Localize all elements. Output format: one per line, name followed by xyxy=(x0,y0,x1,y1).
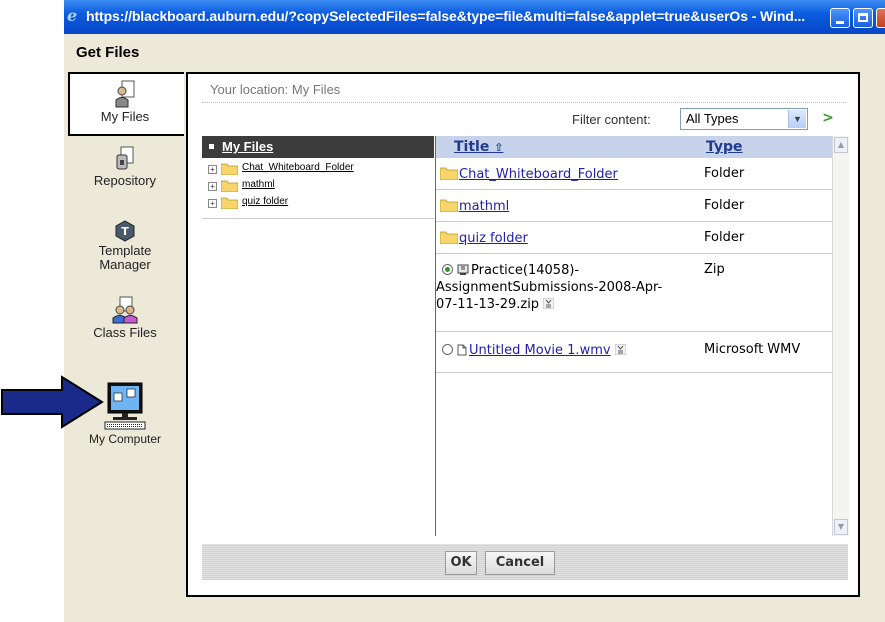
window-right-edge xyxy=(870,34,885,622)
nav-item-my-files[interactable]: My Files xyxy=(64,80,186,124)
row-title-line2: AssignmentSubmissions-2008-Apr- xyxy=(436,280,663,295)
sort-asc-icon: ⇧ xyxy=(494,141,504,154)
nav-label-template-line1: Template xyxy=(98,243,152,258)
list-header: Title ⇧ Type xyxy=(436,136,832,158)
file-list: Title ⇧ Type Chat_Whiteboard_Folder Fold… xyxy=(435,136,849,536)
nav-item-class-files[interactable]: Class Files xyxy=(64,296,186,340)
location-divider xyxy=(202,102,846,103)
svg-text:T: T xyxy=(121,225,129,238)
file-browser-panel: Your location: My Files Filter content: … xyxy=(186,72,860,597)
folder-icon xyxy=(440,199,458,212)
row-type: Folder xyxy=(704,166,745,181)
filter-label: Filter content: xyxy=(572,112,651,127)
nav-label-class-files: Class Files xyxy=(93,325,157,340)
repository-icon xyxy=(116,146,134,170)
vertical-scrollbar[interactable]: ▲ ▼ xyxy=(832,136,849,536)
table-row[interactable]: quiz folder Folder xyxy=(436,222,832,254)
folder-icon xyxy=(221,163,238,175)
row-title-link[interactable]: Chat_Whiteboard_Folder xyxy=(459,167,618,182)
browser-icon: e xyxy=(67,6,78,25)
row-type: Folder xyxy=(704,198,745,213)
my-files-icon xyxy=(115,80,135,108)
context-menu-icon[interactable] xyxy=(614,344,626,355)
table-row[interactable]: Practice(14058)- AssignmentSubmissions-2… xyxy=(436,254,832,332)
left-nav: My Files Repository T Template Manager C… xyxy=(64,70,186,610)
tree-item-label[interactable]: mathml xyxy=(242,179,275,190)
table-row[interactable]: Untitled Movie 1.wmv Microsoft WMV xyxy=(436,332,832,373)
row-title: quiz folder xyxy=(440,230,690,247)
page-title: Get Files xyxy=(76,44,140,61)
filter-select[interactable]: All Types ▼ xyxy=(680,108,808,130)
go-arrow-icon[interactable]: > xyxy=(818,108,838,128)
location-text: Your location: My Files xyxy=(210,82,341,97)
row-title: Practice(14058)- AssignmentSubmissions-2… xyxy=(436,262,686,313)
folder-tree: My Files + Chat_Whiteboard_Folder + math… xyxy=(202,136,434,554)
row-title: mathml xyxy=(440,198,690,215)
row-type: Microsoft WMV xyxy=(704,342,801,357)
minimize-icon xyxy=(836,21,844,24)
ok-button[interactable]: OK xyxy=(445,551,477,575)
expand-icon[interactable]: + xyxy=(208,165,217,174)
folder-icon xyxy=(221,197,238,209)
tree-body: + Chat_Whiteboard_Folder + mathml + quiz… xyxy=(202,158,434,219)
row-title-line1: Practice(14058)- xyxy=(471,263,580,278)
row-title-link[interactable]: Untitled Movie 1.wmv xyxy=(469,343,611,358)
radio-unselected[interactable] xyxy=(442,344,453,355)
column-type-header[interactable]: Type xyxy=(706,139,743,155)
row-title: Untitled Movie 1.wmv xyxy=(436,342,686,359)
context-menu-icon[interactable] xyxy=(543,298,555,309)
pointer-arrow-icon xyxy=(1,375,104,429)
my-computer-icon xyxy=(104,382,146,430)
maximize-button[interactable] xyxy=(853,8,873,28)
filter-value: All Types xyxy=(686,111,739,126)
close-button[interactable] xyxy=(876,8,885,28)
class-files-icon xyxy=(112,296,138,324)
nav-label-repository: Repository xyxy=(93,173,157,188)
zip-file-icon xyxy=(457,264,469,275)
button-bar: OK Cancel xyxy=(202,544,848,580)
maximize-icon xyxy=(858,13,868,22)
row-title: Chat_Whiteboard_Folder xyxy=(440,166,690,183)
expand-icon[interactable]: + xyxy=(208,199,217,208)
title-bar[interactable]: e https://blackboard.auburn.edu/?copySel… xyxy=(64,0,885,34)
file-icon xyxy=(457,344,467,356)
tree-root-link[interactable]: My Files xyxy=(222,139,273,154)
scroll-up-icon[interactable]: ▲ xyxy=(834,137,848,153)
radio-selected[interactable] xyxy=(442,264,453,275)
folder-icon xyxy=(440,231,458,244)
nav-label-template-line2: Manager xyxy=(99,257,151,272)
minimize-button[interactable] xyxy=(830,8,850,28)
nav-item-template-manager[interactable]: T Template Manager xyxy=(64,220,186,272)
tree-item-label[interactable]: Chat_Whiteboard_Folder xyxy=(242,162,354,173)
bullet-icon xyxy=(209,144,214,149)
folder-icon xyxy=(440,167,458,180)
table-row[interactable]: mathml Folder xyxy=(436,190,832,222)
tree-header[interactable]: My Files xyxy=(202,136,434,158)
tree-item-label[interactable]: quiz folder xyxy=(242,196,288,207)
expand-icon[interactable]: + xyxy=(208,182,217,191)
nav-label-my-files: My Files xyxy=(100,109,150,124)
window-title: https://blackboard.auburn.edu/?copySelec… xyxy=(86,8,806,24)
table-row[interactable]: Chat_Whiteboard_Folder Folder xyxy=(436,158,832,190)
column-title-header[interactable]: Title ⇧ xyxy=(454,139,503,155)
row-type: Folder xyxy=(704,230,745,245)
cancel-button[interactable]: Cancel xyxy=(485,551,555,575)
folder-icon xyxy=(221,180,238,192)
template-manager-icon: T xyxy=(115,220,135,242)
row-title-link[interactable]: quiz folder xyxy=(459,231,528,246)
scroll-down-icon[interactable]: ▼ xyxy=(834,519,848,535)
nav-item-repository[interactable]: Repository xyxy=(64,146,186,188)
row-type: Zip xyxy=(704,262,725,277)
column-title-label: Title xyxy=(454,139,490,155)
nav-label-my-computer: My Computer xyxy=(88,432,162,446)
row-title-line3: 07-11-13-29.zip xyxy=(436,297,540,312)
chevron-down-icon[interactable]: ▼ xyxy=(788,110,806,128)
dialog-window: e https://blackboard.auburn.edu/?copySel… xyxy=(64,0,885,622)
row-title-link[interactable]: mathml xyxy=(459,199,509,214)
